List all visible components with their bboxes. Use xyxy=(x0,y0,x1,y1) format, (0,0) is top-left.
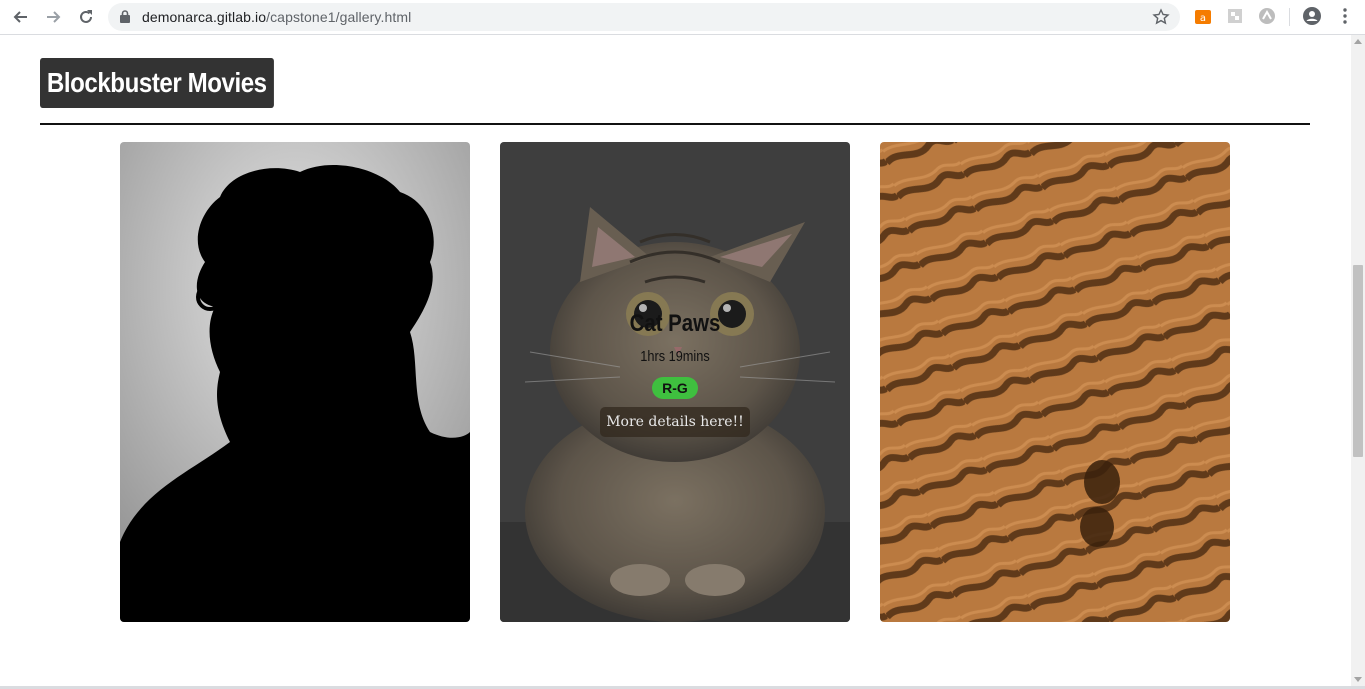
movie-title: Cat Paws xyxy=(629,310,721,337)
url-text: demonarca.gitlab.io/capstone1/gallery.ht… xyxy=(142,9,411,25)
scrollbar-thumb[interactable] xyxy=(1353,265,1363,457)
star-icon[interactable] xyxy=(1152,8,1170,26)
browser-toolbar: demonarca.gitlab.io/capstone1/gallery.ht… xyxy=(0,0,1365,35)
heading-divider xyxy=(40,123,1310,125)
extension-icon[interactable] xyxy=(1226,7,1244,25)
toolbar-divider xyxy=(1289,8,1290,26)
scroll-up-arrow-icon[interactable] xyxy=(1354,39,1362,44)
svg-text:a: a xyxy=(1200,13,1206,24)
card-info: Cat Paws 1hrs 19mins R-G More details he… xyxy=(500,310,850,437)
movie-card[interactable] xyxy=(120,142,470,622)
reload-icon xyxy=(80,10,92,23)
movie-card[interactable] xyxy=(880,142,1230,622)
extension-icon[interactable] xyxy=(1258,7,1276,25)
extension-icon[interactable]: a xyxy=(1194,7,1212,25)
page-scrollbar[interactable] xyxy=(1351,35,1365,686)
menu-icon[interactable] xyxy=(1336,7,1354,25)
url-host: demonarca.gitlab.io xyxy=(142,9,267,25)
rating-badge: R-G xyxy=(652,377,698,399)
lock-icon xyxy=(120,10,130,23)
page-heading: Blockbuster Movies xyxy=(40,58,274,108)
movie-card[interactable]: Cat Paws 1hrs 19mins R-G More details he… xyxy=(500,142,850,622)
back-arrow-icon xyxy=(13,11,27,23)
movie-duration: 1hrs 19mins xyxy=(640,348,710,365)
reload-button[interactable] xyxy=(74,5,98,29)
profile-icon[interactable] xyxy=(1302,6,1322,26)
back-button[interactable] xyxy=(9,5,33,29)
gallery-page: Blockbuster Movies Cat Paws 1hrs 19mins … xyxy=(0,35,1351,686)
scroll-down-arrow-icon[interactable] xyxy=(1354,677,1362,682)
forward-arrow-icon xyxy=(47,11,61,23)
url-path: /capstone1/gallery.html xyxy=(266,9,412,25)
more-details-button[interactable]: More details here!! xyxy=(600,407,750,437)
address-bar[interactable]: demonarca.gitlab.io/capstone1/gallery.ht… xyxy=(108,3,1180,31)
silhouette-portrait-image xyxy=(120,142,470,622)
forward-button[interactable] xyxy=(41,5,65,29)
desert-sand-image xyxy=(880,142,1230,622)
